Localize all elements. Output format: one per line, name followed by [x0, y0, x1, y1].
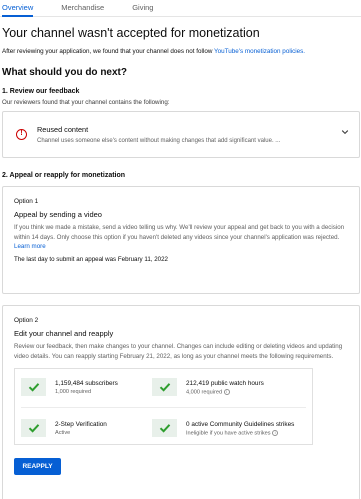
intro-text: After reviewing your application, we fou… — [2, 48, 361, 55]
requirement-watch-hours: 212,419 public watch hours 4,000 require… — [152, 378, 264, 397]
tab-bar: Overview Merchandise Giving — [0, 0, 361, 17]
chevron-down-icon[interactable] — [341, 128, 349, 136]
option2-title: Edit your channel and reapply — [14, 329, 114, 338]
option1-title: Appeal by sending a video — [14, 210, 102, 219]
tab-merchandise[interactable]: Merchandise — [61, 0, 104, 16]
check-icon — [21, 419, 46, 438]
check-icon — [152, 378, 177, 397]
reapply-button[interactable]: REAPPLY — [14, 458, 61, 476]
requirement-note: Ineligible if you have active strikes — [186, 430, 271, 437]
requirement-strikes: 0 active Community Guidelines strikes In… — [152, 419, 295, 438]
requirement-status: Active — [55, 430, 71, 437]
requirement-value: 1,159,484 subscribers — [55, 380, 118, 388]
check-icon — [21, 378, 46, 397]
requirement-value: 2-Step Verification — [55, 421, 107, 429]
check-icon — [152, 419, 177, 438]
learn-more-link[interactable]: Learn more — [14, 243, 46, 250]
review-feedback-sub: Our reviewers found that your channel co… — [2, 99, 170, 106]
intro-body: After reviewing your application, we fou… — [2, 48, 215, 55]
option2-label: Option 2 — [14, 317, 39, 324]
option1-text: If you think we made a mistake, send a v… — [14, 223, 359, 252]
feedback-title: Reused content — [37, 125, 89, 134]
option1-card: Option 1 Appeal by sending a video If yo… — [2, 186, 360, 294]
requirement-value: 0 active Community Guidelines strikes — [186, 421, 295, 429]
requirement-note-row: Ineligible if you have active strikes i — [186, 430, 294, 437]
next-steps-heading: What should you do next? — [2, 67, 127, 78]
appeal-heading: 2. Appeal or reapply for monetization — [2, 172, 126, 179]
tab-giving[interactable]: Giving — [132, 0, 153, 16]
appeal-deadline: The last day to submit an appeal was Feb… — [14, 255, 168, 263]
requirement-threshold: 1,000 required — [55, 389, 92, 396]
requirement-threshold-row: 4,000 required i — [186, 389, 264, 396]
option2-text: Review our feedback, then make changes t… — [14, 343, 343, 360]
info-icon[interactable]: i — [272, 430, 279, 437]
divider — [21, 407, 306, 409]
requirement-2sv: 2-Step Verification Active — [21, 419, 107, 438]
tab-overview[interactable]: Overview — [2, 0, 34, 17]
page-title: Your channel wasn't accepted for monetiz… — [2, 26, 260, 40]
info-icon[interactable]: i — [223, 389, 230, 396]
feedback-card-reused-content[interactable]: ! Reused content Channel uses someone el… — [2, 111, 360, 158]
requirement-threshold: 4,000 required — [186, 389, 223, 396]
review-feedback-heading: 1. Review our feedback — [2, 88, 80, 95]
option1-body: If you think we made a mistake, send a v… — [14, 224, 345, 241]
requirements-box: 1,159,484 subscribers 1,000 required 212… — [14, 368, 313, 446]
alert-circle-icon: ! — [16, 129, 27, 140]
monetization-policies-link[interactable]: YouTube's monetization policies. — [214, 48, 305, 55]
option1-label: Option 1 — [14, 198, 39, 205]
feedback-description: Channel uses someone else's content with… — [37, 138, 281, 144]
requirement-subscribers: 1,159,484 subscribers 1,000 required — [21, 378, 118, 397]
option2-card: Option 2 Edit your channel and reapply R… — [2, 305, 360, 499]
requirement-value: 212,419 public watch hours — [186, 380, 264, 388]
